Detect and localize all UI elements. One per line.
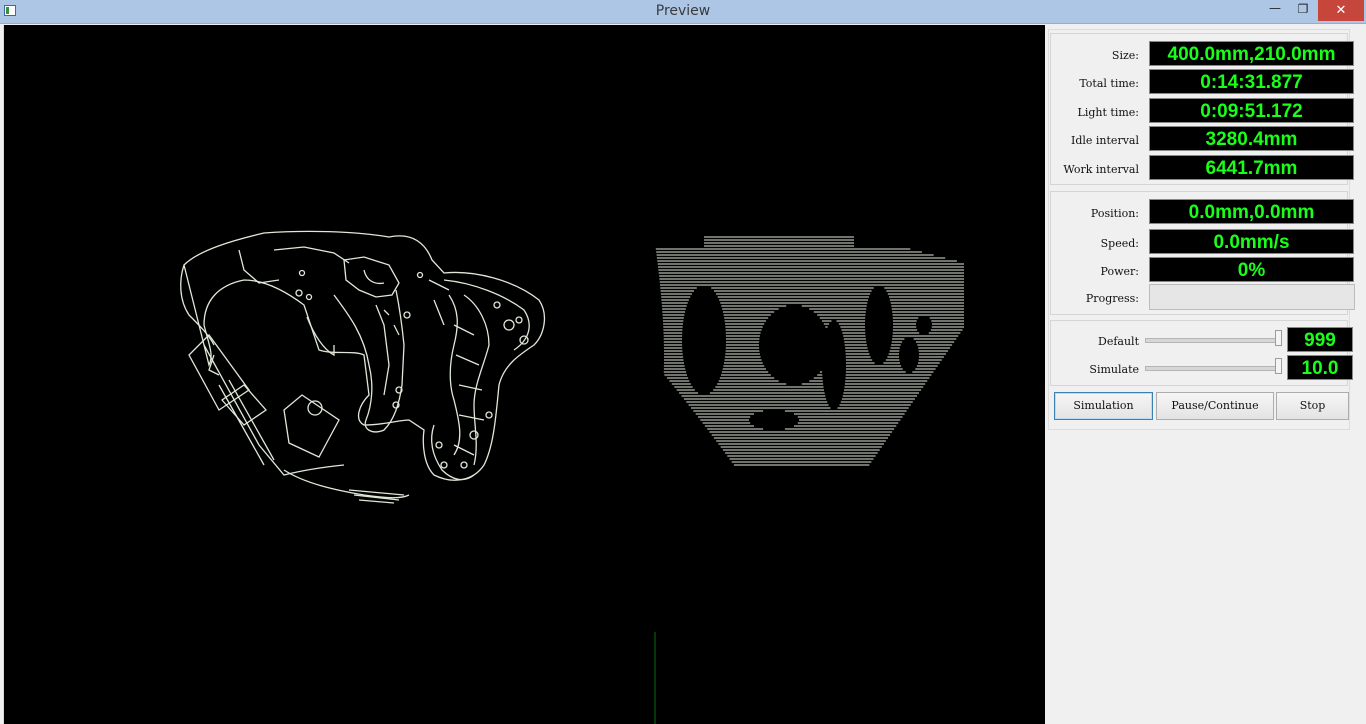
position-value: 0.0mm,0.0mm — [1149, 199, 1354, 224]
simulate-value: 10.0 — [1287, 355, 1353, 380]
window-title: Preview — [655, 3, 711, 19]
raster-artwork — [655, 236, 964, 466]
default-slider-track[interactable] — [1145, 338, 1279, 343]
simulate-slider-track[interactable] — [1145, 366, 1279, 371]
light-time-row: Light time: 0:09:51.172 — [1051, 98, 1354, 123]
progress-bar — [1149, 284, 1355, 310]
control-panel: Size: 400.0mm,210.0mm Total time: 0:14:3… — [1046, 25, 1366, 724]
speed-value: 0.0mm/s — [1149, 229, 1354, 254]
power-row: Power: 0% — [1051, 257, 1354, 282]
light-time-label: Light time: — [1077, 106, 1139, 119]
default-slider-row: Default 999 — [1051, 327, 1353, 352]
speed-row: Speed: 0.0mm/s — [1051, 229, 1354, 254]
stats-group: Size: 400.0mm,210.0mm Total time: 0:14:3… — [1050, 33, 1354, 185]
stop-button[interactable]: Stop — [1276, 392, 1349, 420]
minimize-button[interactable]: — — [1262, 0, 1288, 21]
power-value: 0% — [1149, 257, 1354, 282]
progress-label: Progress: — [1085, 292, 1139, 305]
default-label: Default — [1098, 335, 1139, 348]
speed-label: Speed: — [1100, 237, 1139, 250]
outline-artwork — [180, 230, 546, 504]
position-row: Position: 0.0mm,0.0mm — [1051, 199, 1354, 224]
work-interval-value: 6441.7mm — [1149, 155, 1354, 180]
default-slider-thumb[interactable] — [1275, 330, 1282, 346]
idle-interval-row: Idle interval 3280.4mm — [1051, 126, 1354, 151]
pause-continue-button[interactable]: Pause/Continue — [1156, 392, 1274, 420]
total-time-row: Total time: 0:14:31.877 — [1051, 69, 1354, 94]
size-value: 400.0mm,210.0mm — [1149, 41, 1354, 66]
default-value: 999 — [1287, 327, 1353, 352]
preview-drawing — [180, 230, 964, 724]
total-time-label: Total time: — [1079, 77, 1139, 90]
simulate-slider-row: Simulate 10.0 — [1051, 355, 1353, 380]
size-label: Size: — [1111, 49, 1139, 62]
simulation-button[interactable]: Simulation — [1054, 392, 1153, 420]
speed-slider-group: Default 999 Simulate 10.0 — [1050, 320, 1353, 386]
light-time-value: 0:09:51.172 — [1149, 98, 1354, 123]
simulate-slider-thumb[interactable] — [1275, 358, 1282, 374]
power-label: Power: — [1100, 265, 1139, 278]
simulate-label: Simulate — [1089, 363, 1139, 376]
position-label: Position: — [1090, 207, 1139, 220]
maximize-button[interactable]: ❐ — [1290, 0, 1316, 21]
size-row: Size: 400.0mm,210.0mm — [1051, 41, 1354, 66]
total-time-value: 0:14:31.877 — [1149, 69, 1354, 94]
preview-canvas[interactable] — [3, 25, 1045, 724]
progress-row: Progress: — [1051, 284, 1355, 310]
work-interval-label: Work interval — [1063, 163, 1139, 176]
close-button[interactable]: ✕ — [1318, 0, 1364, 21]
work-interval-row: Work interval 6441.7mm — [1051, 155, 1354, 180]
title-bar: Preview — ❐ ✕ — [0, 0, 1366, 24]
status-group: Position: 0.0mm,0.0mm Speed: 0.0mm/s Pow… — [1050, 191, 1355, 315]
idle-interval-value: 3280.4mm — [1149, 126, 1354, 151]
idle-interval-label: Idle interval — [1071, 134, 1139, 147]
